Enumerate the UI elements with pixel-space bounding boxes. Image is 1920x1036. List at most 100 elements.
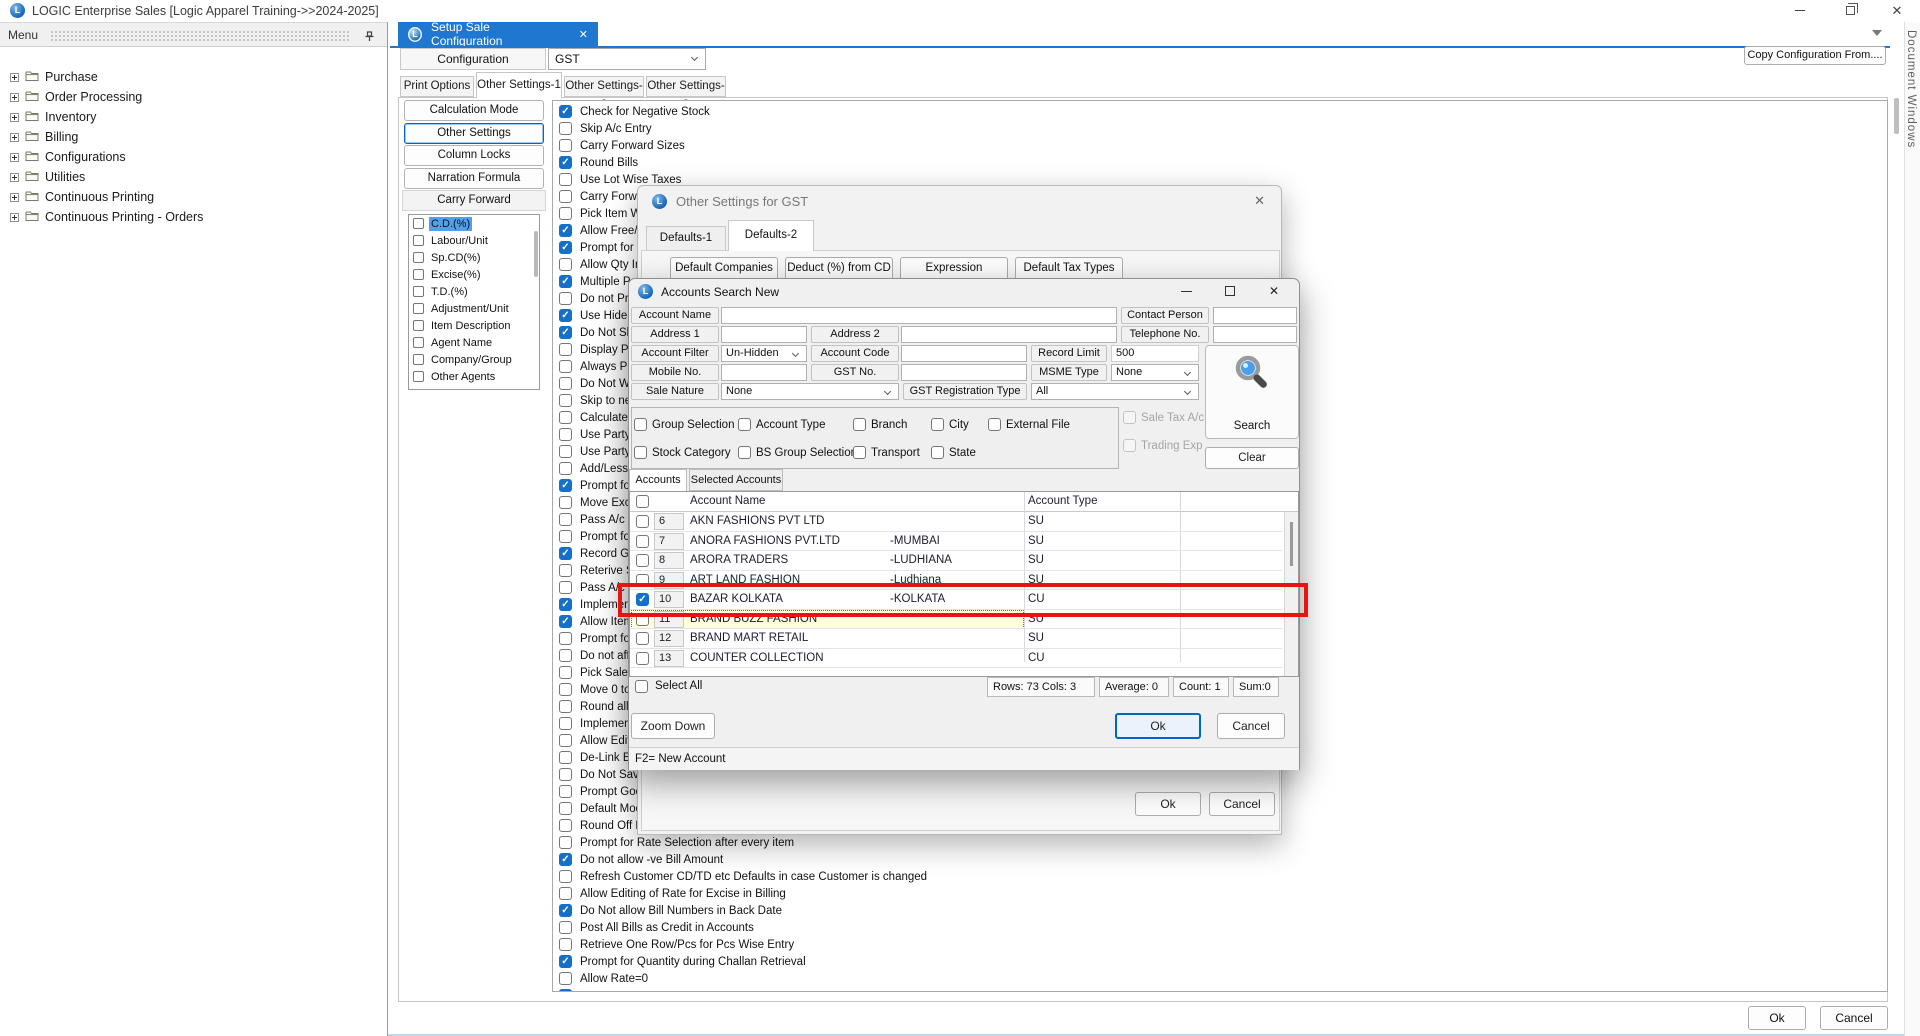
list-item[interactable]: Adjustment/Unit: [409, 300, 539, 317]
list-item[interactable]: Sp.CD(%): [409, 249, 539, 266]
setting-checkbox[interactable]: [559, 445, 572, 458]
filter-checkbox[interactable]: [853, 446, 866, 459]
setting-item[interactable]: Do Not Wa: [559, 377, 636, 390]
expand-icon[interactable]: [10, 133, 19, 142]
filter-checkbox[interactable]: [988, 418, 1001, 431]
record-limit-input[interactable]: 500: [1111, 345, 1199, 362]
sidebar-item-purchase[interactable]: Purchase: [0, 67, 385, 87]
item-checkbox[interactable]: [413, 252, 424, 263]
main-scrollbar-thumb[interactable]: [1894, 98, 1899, 134]
setting-checkbox[interactable]: [559, 343, 572, 356]
dialog-minimize-icon[interactable]: [1181, 291, 1192, 292]
list-item[interactable]: C.D.(%): [409, 215, 539, 232]
default-tax-types-button[interactable]: Default Tax Types: [1015, 257, 1123, 280]
gst-ok-button[interactable]: Ok: [1135, 792, 1201, 816]
setting-item[interactable]: Display Par: [559, 343, 639, 356]
setting-checkbox[interactable]: [559, 377, 572, 390]
filter-checkbox[interactable]: [738, 446, 751, 459]
table-row[interactable]: 12BRAND MART RETAILSU: [630, 629, 1282, 649]
setting-checkbox[interactable]: [559, 326, 572, 339]
form-ok-button[interactable]: Ok: [1748, 1006, 1806, 1030]
setting-checkbox[interactable]: [559, 224, 572, 237]
setting-checkbox[interactable]: [559, 309, 572, 322]
sidebar-item-continuous-printing-orders[interactable]: Continuous Printing - Orders: [0, 207, 385, 227]
setting-checkbox[interactable]: [559, 581, 572, 594]
setting-checkbox[interactable]: [559, 853, 572, 866]
zoom-down-button[interactable]: Zoom Down: [631, 713, 715, 739]
setting-item[interactable]: Do not allow -ve Bill Amount: [559, 853, 723, 866]
sidebar-item-inventory[interactable]: Inventory: [0, 107, 385, 127]
msme-type-dropdown[interactable]: None: [1111, 364, 1199, 381]
setting-checkbox[interactable]: [559, 632, 572, 645]
telephone-input[interactable]: [1213, 326, 1297, 343]
setting-checkbox[interactable]: [559, 887, 572, 900]
setting-item[interactable]: Add/Less E: [559, 462, 639, 475]
sidebar-item-billing[interactable]: Billing: [0, 127, 385, 147]
expand-icon[interactable]: [10, 93, 19, 102]
row-checkbox[interactable]: [636, 515, 649, 528]
setting-item[interactable]: Prompt for: [559, 479, 634, 492]
setting-checkbox[interactable]: [559, 819, 572, 832]
item-checkbox[interactable]: [413, 371, 424, 382]
state-filter[interactable]: State: [931, 446, 976, 459]
table-row[interactable]: 13COUNTER COLLECTIONCU: [630, 649, 1282, 669]
setting-checkbox[interactable]: [559, 190, 572, 203]
setting-checkbox[interactable]: [559, 598, 572, 611]
minimize-icon[interactable]: [1785, 3, 1815, 19]
setting-checkbox[interactable]: [559, 802, 572, 815]
setting-item[interactable]: Refresh Customer CD/TD etc Defaults in c…: [559, 870, 927, 883]
row-checkbox[interactable]: [636, 554, 649, 567]
setting-checkbox[interactable]: [559, 564, 572, 577]
item-checkbox[interactable]: [413, 303, 424, 314]
setting-item[interactable]: Prompt for Quantity during Challan Retri…: [559, 955, 806, 968]
setting-checkbox[interactable]: [559, 122, 572, 135]
setting-item[interactable]: Skip to nex: [559, 394, 637, 407]
pin-icon[interactable]: [364, 29, 375, 47]
item-checkbox[interactable]: [413, 354, 424, 365]
setting-checkbox[interactable]: [559, 462, 572, 475]
filter-checkbox[interactable]: [931, 418, 944, 431]
accounts-ok-button[interactable]: Ok: [1115, 713, 1201, 739]
row-checkbox[interactable]: [636, 535, 649, 548]
expand-icon[interactable]: [10, 193, 19, 202]
dialog-close-icon[interactable]: ✕: [1269, 284, 1279, 298]
filter-checkbox[interactable]: [634, 418, 647, 431]
item-checkbox[interactable]: [413, 218, 424, 229]
expand-icon[interactable]: [10, 113, 19, 122]
setting-item[interactable]: Do not Pro: [559, 292, 635, 305]
sidebar-item-order-processing[interactable]: Order Processing: [0, 87, 385, 107]
list-item[interactable]: Other Agents: [409, 368, 539, 385]
setting-checkbox[interactable]: [559, 734, 572, 747]
setting-checkbox[interactable]: [559, 411, 572, 424]
setting-checkbox[interactable]: [559, 768, 572, 781]
setting-checkbox[interactable]: [559, 547, 572, 560]
setting-item[interactable]: Allow Editing of Rate for Excise in Bill…: [559, 887, 786, 900]
list-item[interactable]: Excise(%): [409, 266, 539, 283]
other-settings-button[interactable]: Other Settings: [404, 123, 544, 144]
table-row[interactable]: 6AKN FASHIONS PVT LTDSU: [630, 512, 1282, 532]
setting-checkbox[interactable]: [559, 292, 572, 305]
header-checkbox[interactable]: [636, 495, 649, 508]
filter-checkbox[interactable]: [931, 446, 944, 459]
setting-item[interactable]: Carry Forward Sizes: [559, 139, 685, 152]
select-all-checkbox[interactable]: [635, 680, 648, 693]
setting-checkbox[interactable]: [559, 955, 572, 968]
filter-checkbox[interactable]: [853, 418, 866, 431]
setting-checkbox[interactable]: [559, 513, 572, 526]
default-companies-button[interactable]: Default Companies: [670, 257, 778, 280]
setting-item[interactable]: Check for Negative Stock: [559, 105, 710, 118]
expand-icon[interactable]: [10, 153, 19, 162]
copy-configuration-button[interactable]: Copy Configuration From....: [1744, 46, 1886, 65]
setting-checkbox[interactable]: [559, 139, 572, 152]
group-selection-filter[interactable]: Group Selection: [634, 418, 734, 431]
setting-checkbox[interactable]: [559, 360, 572, 373]
search-button[interactable]: Search: [1205, 345, 1299, 439]
setting-checkbox[interactable]: [559, 989, 572, 992]
list-item[interactable]: Agent Name: [409, 334, 539, 351]
setting-checkbox[interactable]: [559, 615, 572, 628]
setting-item[interactable]: Move 0 to: [559, 683, 631, 696]
setting-checkbox[interactable]: [559, 394, 572, 407]
account-filter-dropdown[interactable]: Un-Hidden: [721, 345, 807, 362]
gst-no-input[interactable]: [901, 364, 1027, 381]
filter-checkbox[interactable]: [634, 446, 647, 459]
